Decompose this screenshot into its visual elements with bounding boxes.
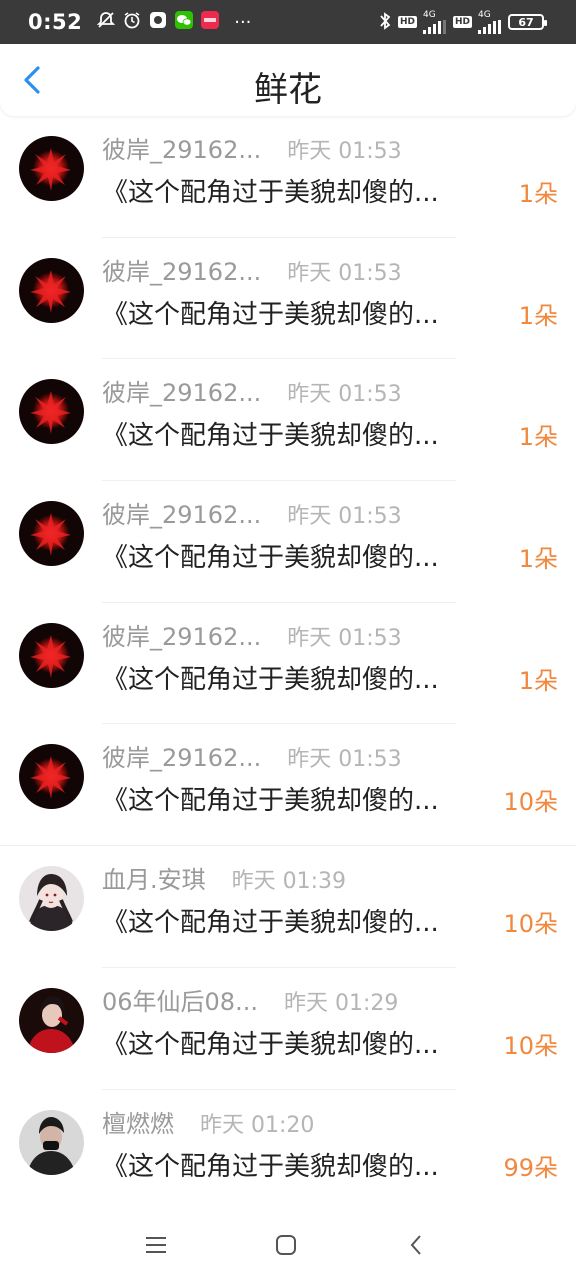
signal-1: 4G <box>422 10 447 34</box>
avatar[interactable] <box>19 501 84 567</box>
list-item[interactable]: 彼岸_29162... 昨天 01:53 《这个配角过于美貌却傻的... 1朵 <box>0 116 576 238</box>
bluetooth-icon <box>378 11 392 34</box>
message-text: 《这个配角过于美貌却傻的... <box>102 908 439 939</box>
timestamp: 昨天 01:53 <box>287 504 402 530</box>
flower-count: 10朵 <box>503 910 558 939</box>
username: 彼岸_29162... 昨天 01:53 <box>102 136 402 164</box>
home-button[interactable] <box>266 1230 306 1260</box>
list-item[interactable]: 彼岸_29162... 昨天 01:53 《这个配角过于美貌却傻的... 1朵 <box>0 603 576 725</box>
recents-button[interactable] <box>136 1230 176 1260</box>
more-notifications: ··· <box>234 11 252 33</box>
signal-bars-icon <box>422 19 446 34</box>
signal-bars-icon <box>478 19 501 34</box>
username: 06年仙后08... 昨天 01:29 <box>102 987 399 1016</box>
username: 彼岸_29162... 昨天 01:53 <box>102 501 402 530</box>
avatar[interactable] <box>19 1109 84 1175</box>
username: 血月.安琪 昨天 01:39 <box>102 866 347 895</box>
list-item[interactable]: 血月.安琪 昨天 01:39 《这个配角过于美貌却傻的... 10朵 <box>0 846 576 968</box>
avatar[interactable] <box>19 136 84 201</box>
timestamp: 昨天 01:53 <box>287 747 402 773</box>
list-item[interactable]: 彼岸_29162... 昨天 01:53 《这个配角过于美貌却傻的... 1朵 <box>0 238 576 360</box>
flower-count: 99朵 <box>503 1153 558 1182</box>
message-text: 《这个配角过于美貌却傻的... <box>102 1151 439 1182</box>
flower-count: 10朵 <box>503 1031 558 1060</box>
home-square-icon <box>276 1235 296 1255</box>
timestamp: 昨天 01:53 <box>287 382 402 408</box>
wechat-icon <box>174 10 194 34</box>
message-text: 《这个配角过于美貌却傻的... <box>102 299 439 330</box>
bell-off-icon <box>96 10 116 34</box>
timestamp: 昨天 01:39 <box>231 869 347 895</box>
avatar[interactable] <box>19 379 84 445</box>
list-item[interactable]: 彼岸_29162... 昨天 01:53 《这个配角过于美貌却傻的... 10朵 <box>0 724 576 847</box>
list-item[interactable]: 檀燃燃 昨天 01:20 《这个配角过于美貌却傻的... 99朵 <box>0 1090 576 1212</box>
flower-count: 1朵 <box>518 545 558 574</box>
status-time: 0:52 <box>28 10 83 34</box>
signal-2: 4G <box>478 10 502 34</box>
timestamp: 昨天 01:53 <box>287 625 402 651</box>
timestamp: 昨天 01:53 <box>287 139 402 164</box>
message-text: 《这个配角过于美貌却傻的... <box>102 421 439 452</box>
flower-count: 1朵 <box>518 423 558 452</box>
flower-count: 1朵 <box>518 301 558 330</box>
avatar[interactable] <box>19 257 84 323</box>
username: 檀燃燃 昨天 01:20 <box>102 1109 315 1138</box>
menu-icon <box>146 1237 166 1253</box>
flower-count: 1朵 <box>518 666 558 695</box>
message-text: 《这个配角过于美貌却傻的... <box>102 178 439 208</box>
battery-level: 67 <box>518 15 534 29</box>
list-item[interactable]: 彼岸_29162... 昨天 01:53 《这个配角过于美貌却傻的... 1朵 <box>0 359 576 482</box>
username: 彼岸_29162... 昨天 01:53 <box>102 744 402 773</box>
status-bar: 0:52 ··· HD 4G HD 4G 67 <box>0 0 576 44</box>
username: 彼岸_29162... 昨天 01:53 <box>102 257 402 286</box>
app-notification-icon <box>148 10 168 34</box>
message-text: 《这个配角过于美貌却傻的... <box>102 1029 439 1060</box>
list-item[interactable]: 06年仙后08... 昨天 01:29 《这个配角过于美貌却傻的... 10朵 <box>0 968 576 1090</box>
avatar[interactable] <box>19 622 84 688</box>
flower-count: 10朵 <box>503 788 558 817</box>
red-app-icon <box>200 10 220 34</box>
username: 彼岸_29162... 昨天 01:53 <box>102 622 402 651</box>
page-title: 鲜花 <box>254 70 322 110</box>
chevron-left-icon <box>410 1235 421 1255</box>
list-item[interactable]: 彼岸_29162... 昨天 01:53 《这个配角过于美貌却傻的... 1朵 <box>0 481 576 603</box>
username: 彼岸_29162... 昨天 01:53 <box>102 379 402 408</box>
flower-list: 彼岸_29162... 昨天 01:53 《这个配角过于美貌却傻的... 1朵 彼… <box>0 116 576 1211</box>
system-nav-bar <box>0 1210 576 1280</box>
timestamp: 昨天 01:20 <box>200 1112 315 1138</box>
header: 鲜花 <box>0 44 576 116</box>
battery-icon: 67 <box>508 14 547 30</box>
timestamp: 昨天 01:29 <box>283 990 399 1016</box>
avatar[interactable] <box>19 744 84 810</box>
system-back-button[interactable] <box>396 1230 436 1260</box>
hd-badge-icon: HD <box>452 16 472 28</box>
timestamp: 昨天 01:53 <box>287 260 402 286</box>
alarm-clock-icon <box>122 10 142 34</box>
message-text: 《这个配角过于美貌却傻的... <box>102 786 439 817</box>
avatar[interactable] <box>19 987 84 1053</box>
avatar[interactable] <box>19 866 84 932</box>
message-text: 《这个配角过于美貌却傻的... <box>102 664 439 695</box>
message-text: 《这个配角过于美貌却傻的... <box>102 543 439 574</box>
flower-count: 1朵 <box>518 180 558 208</box>
hd-badge-icon: HD <box>397 16 417 28</box>
